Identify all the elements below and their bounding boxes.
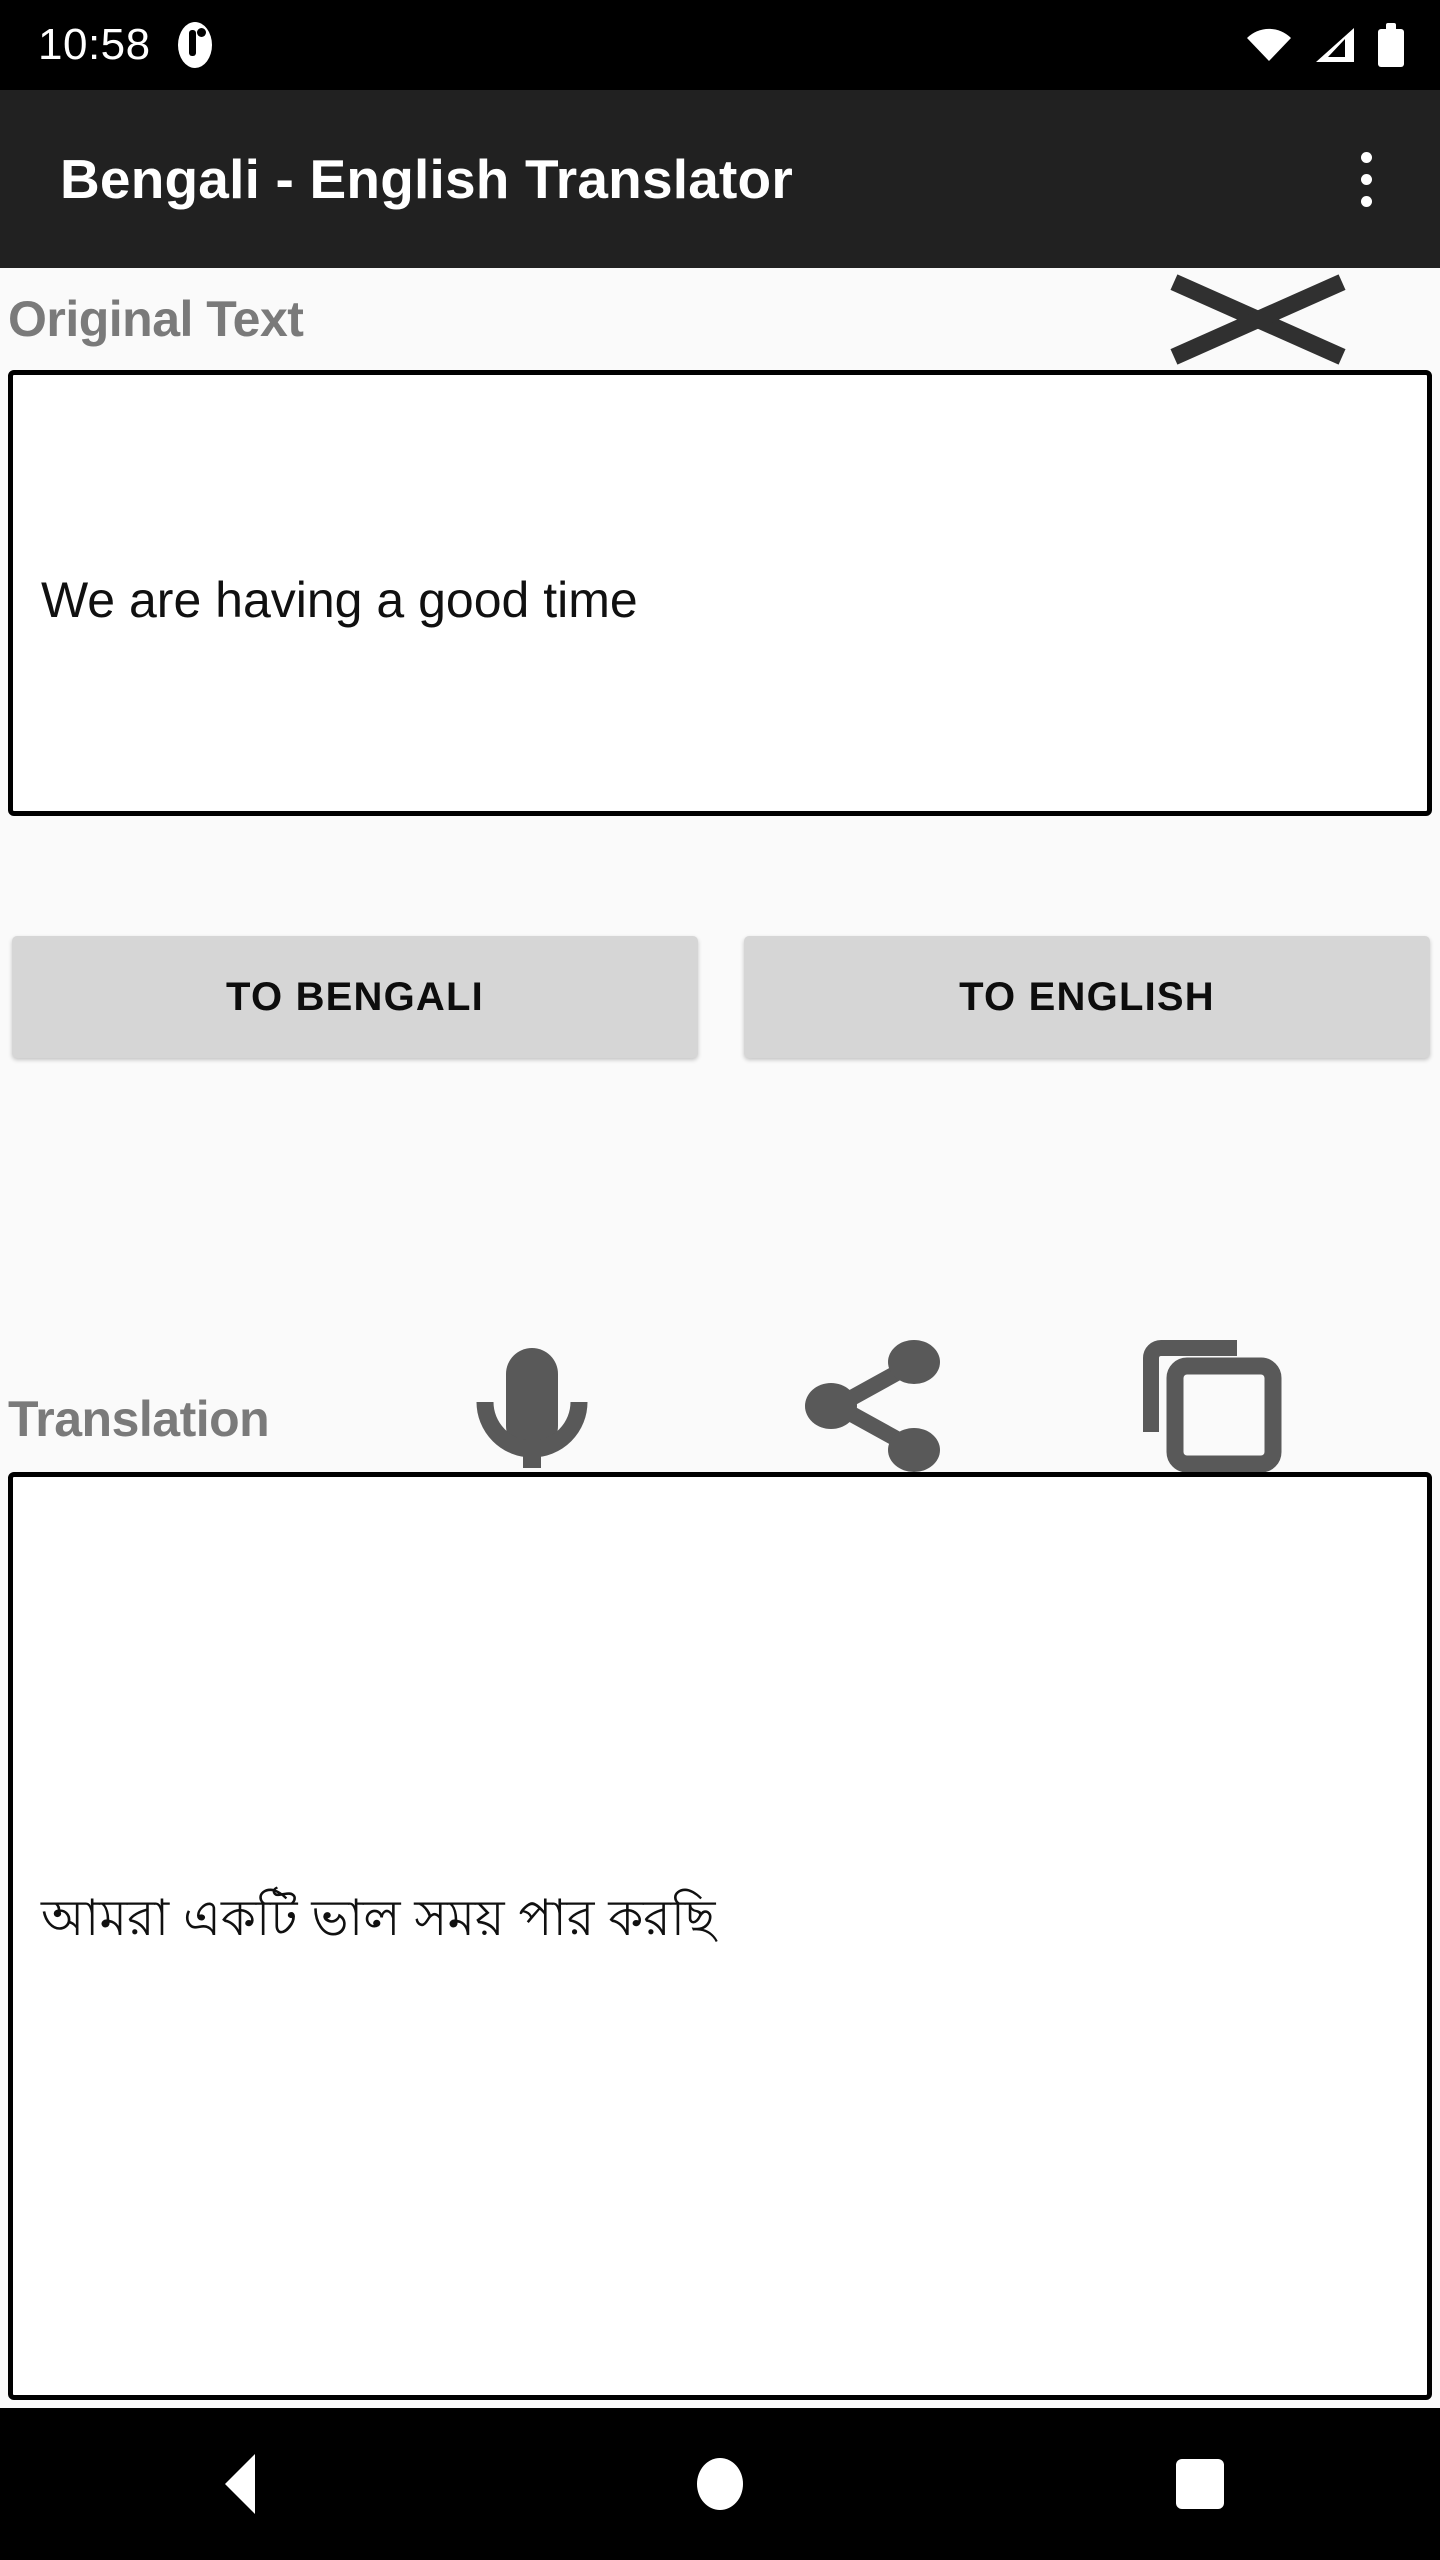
copy-button[interactable] — [1114, 1340, 1310, 1472]
navigation-bar — [0, 2408, 1440, 2560]
to-english-button[interactable]: TO ENGLISH — [744, 936, 1430, 1058]
microphone-icon — [476, 1348, 588, 1468]
copy-icon — [1143, 1340, 1282, 1472]
home-icon — [697, 2458, 743, 2510]
translate-button-row: TO BENGALI TO ENGLISH — [0, 936, 1440, 1058]
notification-icon — [175, 20, 215, 70]
back-button[interactable] — [0, 2408, 480, 2560]
translation-label: Translation — [8, 1391, 270, 1447]
original-text-value: We are having a good time — [41, 572, 638, 628]
share-button[interactable] — [776, 1340, 972, 1472]
status-clock: 10:58 — [38, 20, 151, 69]
status-bar: 10:58 — [0, 0, 1440, 90]
back-icon — [225, 2454, 255, 2514]
wifi-icon — [1247, 28, 1291, 61]
battery-icon — [1378, 23, 1404, 67]
share-icon — [805, 1340, 940, 1472]
original-text-header: Original Text — [0, 268, 1440, 370]
app-screen: 10:58 Bengali - English Translator Origi… — [0, 0, 1440, 2560]
more-options-icon[interactable] — [1326, 124, 1406, 234]
cellular-signal-icon — [1316, 28, 1354, 62]
to-bengali-button[interactable]: TO BENGALI — [12, 936, 698, 1058]
app-bar: Bengali - English Translator — [0, 90, 1440, 268]
recents-icon — [1176, 2459, 1224, 2509]
translation-header: Translation — [0, 1340, 1440, 1472]
microphone-button[interactable] — [436, 1340, 628, 1472]
status-bar-left: 10:58 — [38, 20, 215, 70]
translation-output[interactable]: আমরা একটি ভাল সময় পার করছি — [8, 1472, 1432, 2400]
recents-button[interactable] — [960, 2408, 1440, 2560]
original-text-input[interactable]: We are having a good time — [8, 370, 1432, 816]
translation-value: আমরা একটি ভাল সময় পার করছি — [41, 1890, 716, 1946]
original-text-label: Original Text — [8, 291, 304, 347]
status-bar-right — [1246, 23, 1414, 67]
close-icon[interactable] — [1166, 274, 1350, 365]
page-title: Bengali - English Translator — [60, 148, 793, 210]
home-button[interactable] — [480, 2408, 960, 2560]
